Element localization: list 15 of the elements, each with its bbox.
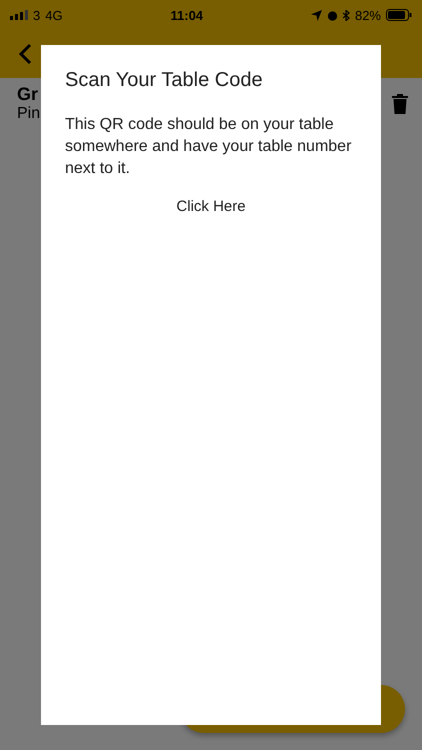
signal-icon: [10, 10, 28, 20]
dialog-title: Scan Your Table Code: [65, 69, 264, 92]
item-name: Gr: [17, 84, 40, 105]
item-detail: Pin: [17, 105, 40, 123]
bluetooth-icon: [342, 10, 350, 20]
click-here-button[interactable]: Click Here: [168, 194, 254, 219]
carrier: 3: [33, 8, 40, 22]
battery-percentage: 82%: [354, 8, 381, 22]
battery-icon: [386, 9, 412, 21]
back-icon[interactable]: [18, 43, 32, 65]
location-icon: [310, 10, 322, 20]
dialog-message: This QR code should be on your table somewhere and have your table number next to it.: [65, 115, 352, 179]
clock: 11:04: [170, 8, 204, 22]
network-type: 4G: [45, 8, 63, 22]
trash-icon[interactable]: [392, 94, 408, 114]
